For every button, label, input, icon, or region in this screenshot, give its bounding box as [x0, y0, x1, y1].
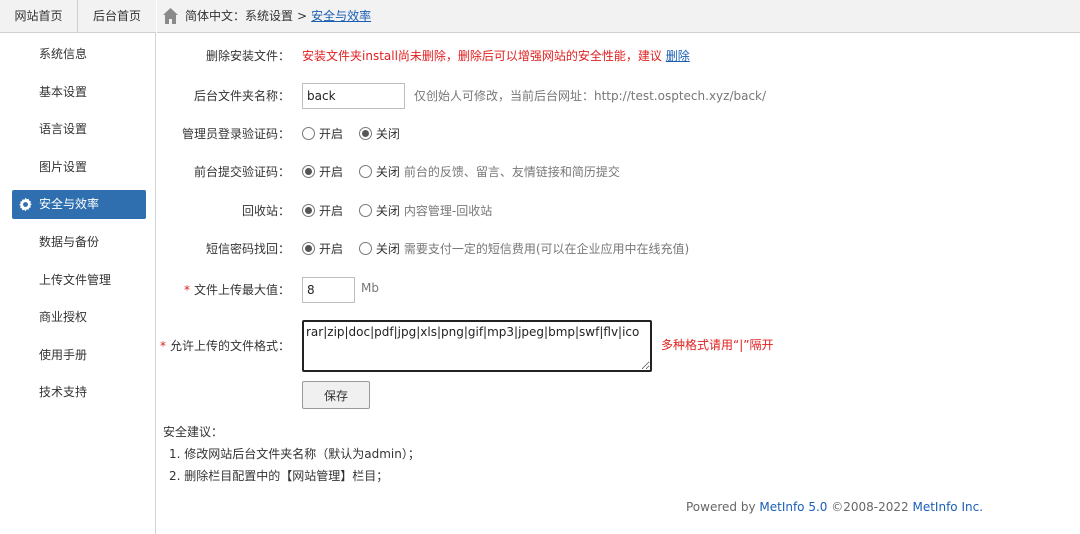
tab-admin-home[interactable]: 后台首页	[78, 0, 156, 33]
gear-icon	[19, 198, 32, 212]
sidebar-item-commercial-license[interactable]: 商业授权	[0, 303, 156, 332]
recycle-bin-on-label[interactable]: 开启	[319, 204, 343, 218]
sidebar-item-upload-files[interactable]: 上传文件管理	[0, 266, 156, 295]
sidebar-item-label: 上传文件管理	[39, 272, 112, 287]
sms-password-off-label[interactable]: 关闭	[376, 242, 400, 256]
sidebar-item-data-backup[interactable]: 数据与备份	[0, 228, 156, 257]
sidebar-item-system-info[interactable]: 系统信息	[0, 40, 156, 69]
breadcrumb: 简体中文：系统设置 > 安全与效率	[185, 0, 371, 33]
admin-captcha-off-label[interactable]: 关闭	[376, 127, 400, 141]
sidebar-item-basic-settings[interactable]: 基本设置	[0, 78, 156, 107]
sms-password-radio-group: 开启 关闭 需要支付一定的短信费用(可以在企业应用中在线充值)	[302, 236, 689, 262]
sidebar-item-label: 商业授权	[39, 310, 88, 325]
home-icon	[163, 8, 178, 24]
front-captcha-on-label[interactable]: 开启	[319, 165, 343, 179]
advice-title: 安全建议：	[163, 425, 224, 439]
row-admin-folder: 后台文件夹名称： 仅创始人可修改，当前后台网址：http://test.ospt…	[157, 83, 1080, 109]
front-captcha-label: 前台提交验证码：	[193, 165, 290, 179]
sms-password-on-radio[interactable]	[302, 242, 315, 255]
front-captcha-off-radio[interactable]	[358, 165, 372, 178]
sidebar-item-label: 数据与备份	[39, 234, 100, 249]
sidebar-item-label: 使用手册	[39, 347, 88, 362]
breadcrumb-current-link[interactable]: 安全与效率	[311, 9, 371, 23]
row-sms-password: 短信密码找回： 开启 关闭 需要支付一定的短信费用(可以在企业应用中在线充值)	[157, 236, 1080, 262]
admin-folder-hint: 仅创始人可修改，当前后台网址：http://test.osptech.xyz/b…	[414, 89, 767, 103]
footer-company-link[interactable]: MetInfo Inc.	[912, 500, 983, 514]
front-captcha-off-label[interactable]: 关闭	[376, 165, 400, 179]
row-recycle-bin: 回收站： 开启 关闭 内容管理-回收站	[157, 198, 1080, 224]
admin-captcha-on-radio[interactable]	[302, 127, 315, 140]
max-upload-unit: Mb	[361, 281, 379, 295]
recycle-bin-off-label[interactable]: 关闭	[376, 204, 400, 218]
footer-brand-link[interactable]: MetInfo 5.0	[759, 500, 827, 514]
save-button[interactable]: 保存	[302, 381, 370, 409]
recycle-bin-on-radio[interactable]	[302, 204, 315, 217]
row-front-captcha: 前台提交验证码： 开启 关闭 前台的反馈、留言、友情链接和简历提交	[157, 159, 1080, 185]
admin-captcha-off-radio[interactable]	[358, 127, 372, 140]
footer: Powered by MetInfo 5.0 ©2008-2022 MetInf…	[686, 500, 983, 514]
sidebar-item-language-settings[interactable]: 语言设置	[0, 115, 156, 144]
breadcrumb-separator: >	[297, 9, 308, 23]
sidebar-item-label: 图片设置	[39, 159, 88, 174]
sms-password-on-label[interactable]: 开启	[319, 242, 343, 256]
recycle-bin-label: 回收站：	[241, 204, 290, 218]
security-advice: 安全建议： 1. 修改网站后台文件夹名称（默认为admin）； 2. 删除栏目配…	[163, 421, 420, 487]
recycle-bin-radio-group: 开启 关闭 内容管理-回收站	[302, 198, 492, 224]
install-warning-text: 安装文件夹install尚未删除，删除后可以增强网站的安全性能，建议	[302, 49, 662, 63]
admin-folder-input[interactable]	[302, 83, 405, 109]
sidebar-item-security-efficiency[interactable]: 安全与效率	[12, 190, 146, 220]
tab-site-home[interactable]: 网站首页	[0, 0, 78, 33]
row-delete-install: 删除安装文件： 安装文件夹install尚未删除，删除后可以增强网站的安全性能，…	[157, 43, 1080, 69]
recycle-bin-hint: 内容管理-回收站	[403, 204, 493, 218]
sidebar-item-manual[interactable]: 使用手册	[0, 341, 156, 370]
sidebar-nav: 系统信息 基本设置 语言设置 图片设置 安全与效率 数据与备份 上传文件管理 商…	[0, 40, 156, 416]
front-captcha-hint: 前台的反馈、留言、友情链接和简历提交	[403, 165, 620, 179]
sidebar-item-label: 安全与效率	[39, 197, 100, 212]
recycle-bin-off-radio[interactable]	[358, 204, 372, 217]
row-allowed-formats: * 允许上传的文件格式： rar|zip|doc|pdf|jpg|xls|png|…	[157, 320, 1080, 374]
sms-password-hint: 需要支付一定的短信费用(可以在企业应用中在线充值)	[403, 242, 690, 256]
top-tabs: 网站首页 后台首页	[0, 0, 156, 33]
front-captcha-radio-group: 开启 关闭 前台的反馈、留言、友情链接和简历提交	[302, 159, 620, 185]
admin-captcha-radio-group: 开启 关闭	[302, 121, 412, 147]
front-captcha-on-radio[interactable]	[302, 165, 315, 178]
left-panel: 网站首页 后台首页 系统信息 基本设置 语言设置 图片设置 安全与效率 数据与备…	[0, 0, 156, 534]
delete-install-label: 删除安装文件：	[205, 49, 290, 63]
delete-install-value: 安装文件夹install尚未删除，删除后可以增强网站的安全性能，建议 删除	[302, 43, 690, 69]
sidebar-item-label: 系统信息	[39, 47, 88, 61]
sidebar-item-tech-support[interactable]: 技术支持	[0, 378, 156, 407]
header-bar: 简体中文：系统设置 > 安全与效率	[157, 0, 1080, 33]
allowed-formats-textarea[interactable]: rar|zip|doc|pdf|jpg|xls|png|gif|mp3|jpeg…	[302, 320, 652, 372]
required-star: *	[183, 283, 190, 297]
footer-copyright: ©2008-2022	[827, 500, 913, 514]
sidebar-item-label: 技术支持	[39, 385, 88, 400]
max-upload-label: * 文件上传最大值：	[157, 277, 290, 303]
breadcrumb-section: 系统设置	[245, 9, 294, 23]
sms-password-label: 短信密码找回：	[205, 242, 290, 256]
required-star: *	[159, 339, 166, 353]
breadcrumb-lang: 简体中文	[185, 9, 234, 23]
advice-item: 1. 修改网站后台文件夹名称（默认为admin）；	[169, 447, 420, 461]
row-max-upload: *文件上传最大值： Mb	[157, 277, 1080, 303]
allowed-formats-label: * 允许上传的文件格式：	[157, 333, 290, 359]
admin-captcha-label: 管理员登录验证码：	[181, 127, 290, 141]
admin-folder-label: 后台文件夹名称：	[193, 89, 290, 103]
max-upload-input[interactable]	[302, 277, 355, 303]
advice-item: 2. 删除栏目配置中的【网站管理】栏目；	[169, 469, 389, 483]
sidebar-item-label: 语言设置	[39, 122, 88, 137]
max-upload-label-text: 文件上传最大值：	[193, 283, 290, 297]
row-admin-captcha: 管理员登录验证码： 开启 关闭	[157, 121, 1080, 147]
admin-captcha-on-label[interactable]: 开启	[319, 127, 343, 141]
delete-install-link[interactable]: 删除	[666, 49, 690, 63]
allowed-formats-hint: 多种格式请用“|”隔开	[661, 338, 774, 352]
sidebar-item-image-settings[interactable]: 图片设置	[0, 153, 156, 182]
sidebar-item-label: 基本设置	[39, 84, 88, 99]
breadcrumb-colon: ：	[233, 9, 246, 23]
sms-password-off-radio[interactable]	[358, 242, 372, 255]
footer-powered: Powered by	[686, 500, 760, 514]
allowed-formats-label-text: 允许上传的文件格式：	[169, 339, 290, 353]
